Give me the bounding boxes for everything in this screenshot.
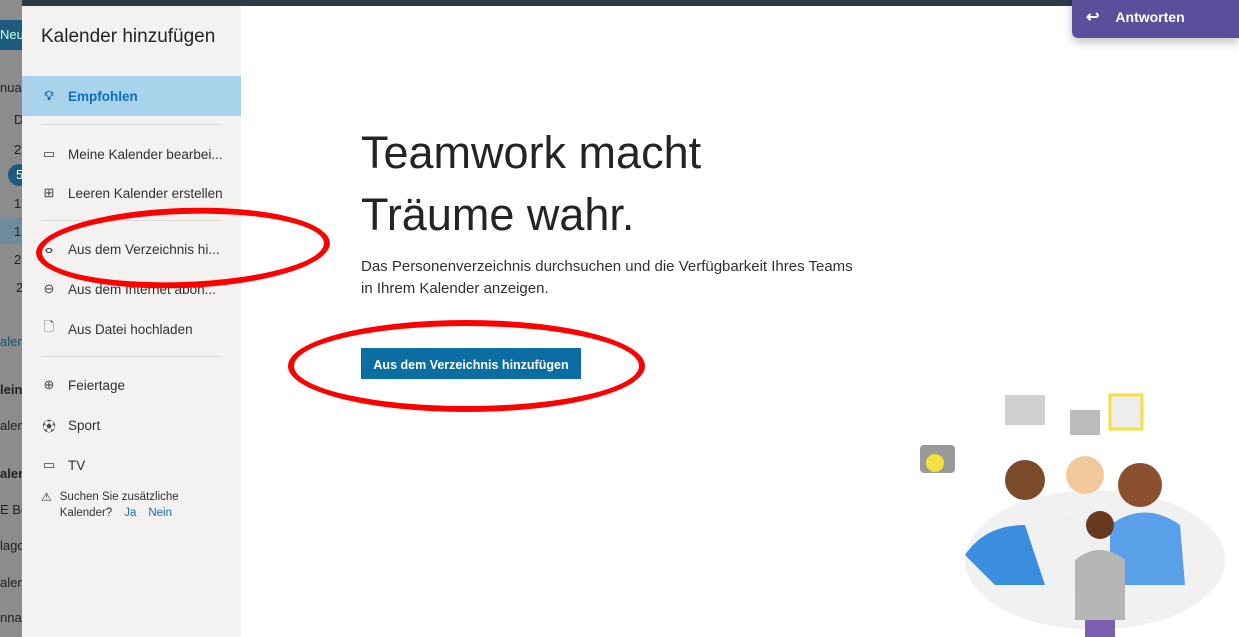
nav-edit-calendars[interactable]: ▭ Meine Kalender bearbei... — [22, 134, 241, 174]
background-calendar: Neu nua D 2 5 1 1 2 2 alen lein alen ale… — [0, 0, 22, 637]
add-calendar-icon: ⊞ — [43, 185, 55, 200]
annotation-circle — [288, 320, 645, 412]
dialog-sidebar: Kalender hinzufügen 💡︎ Empfohlen ▭ Meine K… — [22, 6, 241, 637]
nav-label: Leeren Kalender erstellen — [68, 185, 223, 201]
title-line: Träume wahr. — [361, 189, 635, 240]
nav-sport[interactable]: ⚽︎ Sport — [22, 405, 241, 445]
upload-file-icon: 🗋︎ — [43, 319, 55, 334]
nav-tv[interactable]: ▭ TV — [22, 445, 241, 485]
feedback-yes-link[interactable]: Ja — [124, 507, 136, 519]
bg-text: 1 — [14, 196, 22, 211]
divider — [41, 356, 221, 357]
bg-text: lago — [0, 538, 22, 553]
bg-text: 1 — [0, 218, 22, 244]
bg-text: alen — [0, 334, 22, 349]
teamwork-illustration — [920, 393, 1225, 637]
content-title: Teamwork macht Träume wahr. — [361, 122, 701, 246]
bg-text: nua — [0, 80, 22, 95]
bg-text: lein — [0, 382, 22, 397]
bg-text: D — [14, 112, 22, 127]
divider — [41, 124, 221, 125]
bg-text: alen — [0, 575, 22, 590]
feedback-prompt: ⚠︎ Suchen Sie zusätzliche Kalender? Ja Nei… — [41, 489, 190, 521]
feedback-icon: ⚠︎ — [41, 490, 52, 504]
nav-label: Aus Datei hochladen — [68, 321, 193, 337]
globe-icon: ⊕ — [43, 377, 55, 392]
bg-text: 2 — [14, 252, 22, 267]
bg-text: 5 — [8, 164, 22, 186]
bg-text: E Be — [0, 502, 22, 517]
bg-text: alen — [0, 418, 22, 433]
dialog-title: Kalender hinzufügen — [41, 26, 216, 47]
reply-icon: ↩ — [1086, 8, 1100, 26]
nav-holidays[interactable]: ⊕ Feiertage — [22, 365, 241, 405]
tv-icon: ▭ — [42, 457, 56, 472]
nav-label: Sport — [68, 417, 101, 433]
nav-label: Meine Kalender bearbei... — [68, 146, 223, 162]
feedback-no-link[interactable]: Nein — [148, 507, 172, 519]
title-line: Teamwork macht — [361, 127, 702, 178]
reply-label: Antworten — [1115, 8, 1185, 25]
new-button: Neu — [0, 20, 22, 50]
ball-icon: ⚽︎ — [42, 418, 56, 434]
nav-label: Empfohlen — [68, 88, 138, 104]
edit-calendar-icon: ▭ — [42, 146, 56, 161]
nav-label: TV — [68, 457, 86, 473]
reply-button[interactable]: ↩ Antworten — [1072, 0, 1239, 38]
bg-text: alen — [0, 466, 22, 481]
content-description: Das Personenverzeichnis durchsuchen und … — [361, 258, 853, 297]
bg-text: nna — [0, 610, 22, 625]
nav-label: Feiertage — [68, 377, 126, 393]
nav-upload-file[interactable]: 🗋︎ Aus Datei hochladen — [22, 309, 241, 349]
link-icon: ⊖ — [43, 281, 55, 296]
nav-recommended[interactable]: 💡︎ Empfohlen — [22, 76, 241, 116]
lightbulb-icon: 💡︎ — [44, 88, 54, 103]
bg-text: 2 — [14, 142, 22, 157]
